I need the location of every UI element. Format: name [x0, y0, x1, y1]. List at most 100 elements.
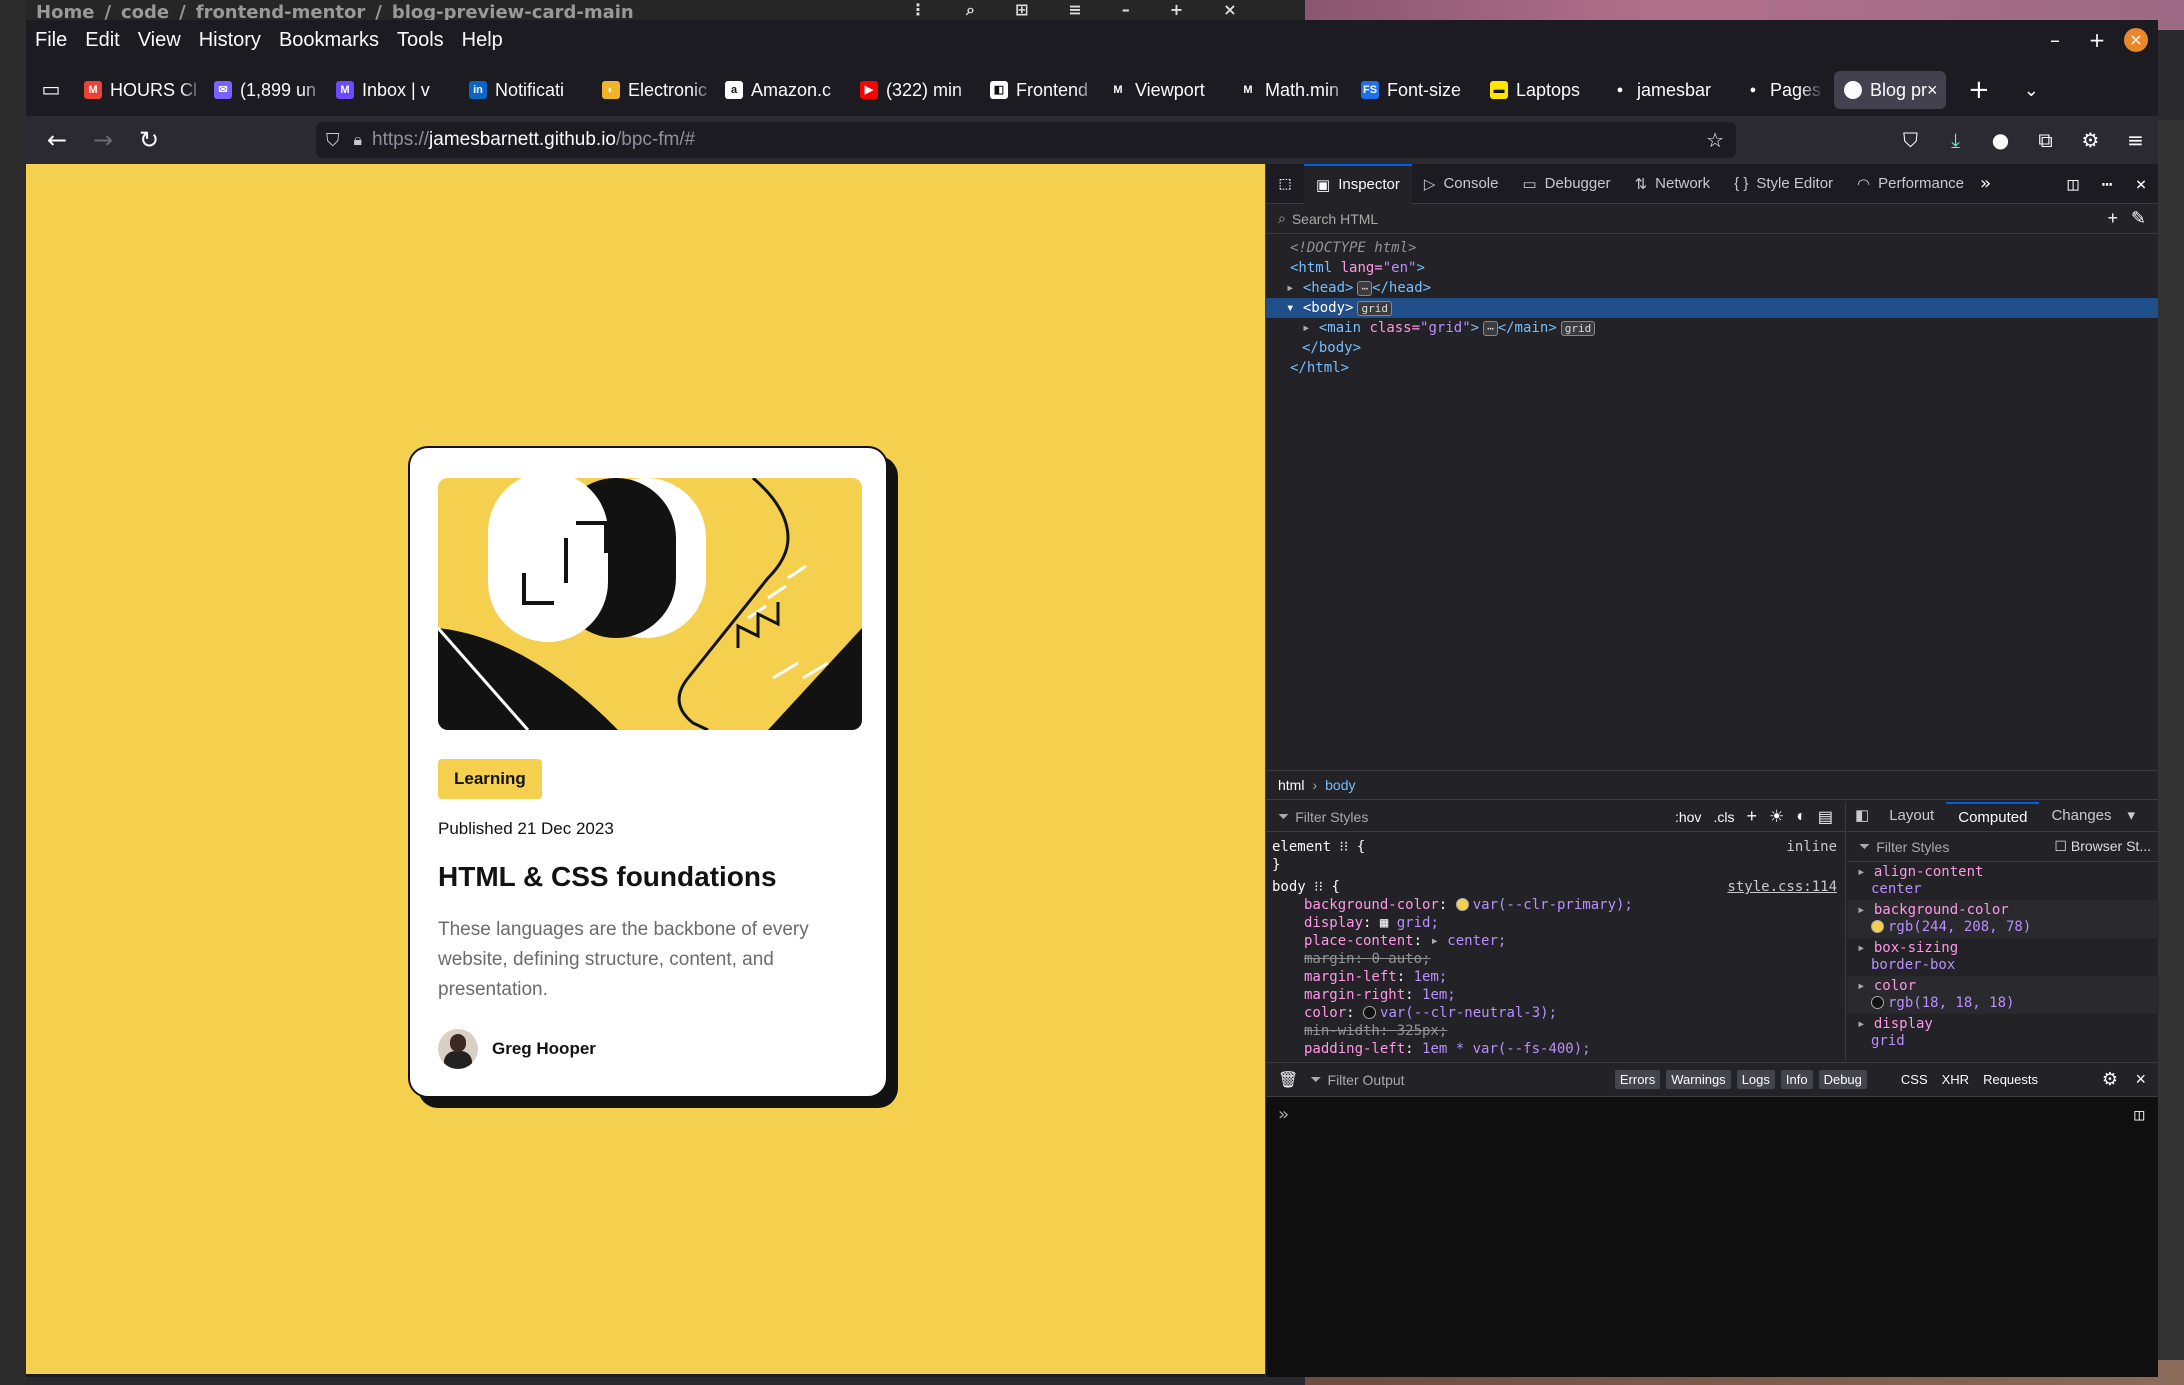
forward-button[interactable]: → [80, 126, 126, 154]
css-declaration[interactable]: background-color: var(--clr-primary); [1266, 896, 1845, 914]
expand-shorthand-icon[interactable]: ▸ [1430, 933, 1447, 949]
pocket-icon[interactable]: ⛉ [1888, 128, 1933, 152]
expand-arrow-icon[interactable]: ▸ [1857, 902, 1874, 918]
cls-toggle[interactable]: .cls [1713, 809, 1734, 825]
close-devtools-icon[interactable]: × [2124, 174, 2158, 195]
console-level-info[interactable]: Info [1780, 1070, 1813, 1089]
console-filter-placeholder[interactable]: Filter Output [1328, 1072, 1405, 1088]
menu-help[interactable]: Help [462, 29, 503, 52]
light-scheme-icon[interactable]: ☀ [1769, 807, 1784, 827]
computed-filter[interactable]: ⏷ Filter Styles ☐ Browser St... [1847, 832, 2159, 862]
expand-arrow-icon[interactable]: ▸ [1857, 864, 1874, 880]
extensions-icon[interactable]: ⧉ [2023, 128, 2068, 152]
breadcrumb-body[interactable]: body [1325, 777, 1355, 793]
computed-property[interactable]: ▸ display grid [1847, 1014, 2159, 1052]
close-window-button[interactable]: × [2124, 28, 2148, 52]
tab[interactable]: M Viewport [1099, 71, 1229, 109]
expand-arrow-icon[interactable]: ▸ [1302, 320, 1310, 336]
dock-icon[interactable]: ◫ [2056, 174, 2090, 195]
tab[interactable]: M Math.min [1229, 71, 1351, 109]
devtools-tab-console[interactable]: ▷ Console [1412, 164, 1511, 204]
list-all-tabs-icon[interactable]: ⌄ [2024, 80, 2039, 101]
sidebar-toggle-icon[interactable]: ◧ [1847, 802, 1877, 832]
collapsed-pill[interactable]: ⋯ [1483, 321, 1498, 336]
computed-property[interactable]: ▸ background-color rgb(244, 208, 78) [1847, 900, 2159, 938]
devtools-tab-network[interactable]: ⇅ Network [1623, 164, 1723, 204]
tab[interactable]: ✉ (1,899 un [204, 71, 326, 109]
tree-html[interactable]: <html lang="en"> [1266, 258, 2158, 278]
console-type-requests[interactable]: Requests [1983, 1072, 2038, 1087]
devtools-tab-performance[interactable]: ◠ Performance [1845, 164, 1976, 204]
css-declaration[interactable]: margin: 0 auto; [1266, 950, 1845, 968]
tab[interactable]: ▬ Laptops [1480, 71, 1601, 109]
add-rule-icon[interactable]: + [1746, 806, 1757, 827]
menu-bookmarks[interactable]: Bookmarks [279, 29, 379, 52]
tree-html-close[interactable]: </html> [1266, 358, 2158, 378]
tree-body-selected[interactable]: ▾ <body> grid [1266, 298, 2158, 318]
back-button[interactable]: ← [34, 126, 80, 154]
grid-toggle-icon[interactable]: ▦ [1380, 915, 1397, 931]
grid-badge[interactable]: grid [1560, 321, 1596, 336]
downloads-icon[interactable]: ⤓ [1933, 128, 1978, 152]
bookmark-star-icon[interactable]: ☆ [1706, 128, 1724, 152]
tab-active[interactable]: Blog pr × [1834, 71, 1946, 109]
reload-button[interactable]: ↻ [126, 126, 172, 154]
tab[interactable]: M Inbox | v [326, 71, 459, 109]
css-declaration[interactable]: margin-left: 1em; [1266, 968, 1845, 986]
tab[interactable]: ◐ Electronic [592, 71, 715, 109]
menu-edit[interactable]: Edit [85, 29, 119, 52]
css-declaration[interactable]: padding-left: 1em * var(--fs-400); [1266, 1040, 1845, 1058]
extension-avatar-icon[interactable]: ● [1978, 128, 2023, 152]
print-media-icon[interactable]: ▤ [1818, 807, 1833, 827]
css-declaration[interactable]: color: var(--clr-neutral-3); [1266, 1004, 1845, 1022]
tab-layout[interactable]: Layout [1877, 802, 1946, 832]
browser-styles-checkbox[interactable]: ☐ Browser St... [2054, 838, 2151, 855]
css-declaration[interactable]: display: ▦ grid; [1266, 914, 1845, 932]
devtools-tab-inspector[interactable]: ▣ Inspector [1304, 163, 1412, 204]
tab[interactable]: FS Font-size [1351, 71, 1480, 109]
color-swatch[interactable] [1363, 1006, 1377, 1019]
expand-arrow-icon[interactable]: ▸ [1857, 940, 1874, 956]
devtools-tab-style-editor[interactable]: { } Style Editor [1722, 164, 1845, 204]
tab[interactable]: ◧ Frontend [980, 71, 1099, 109]
tab[interactable]: a Amazon.c [715, 71, 850, 109]
collapsed-pill[interactable]: ⋯ [1357, 281, 1373, 296]
tree-body-close[interactable]: </body> [1266, 338, 2158, 358]
trash-icon[interactable]: 🗑︎ [1278, 1070, 1298, 1090]
more-options-icon[interactable]: ⋯ [2090, 174, 2124, 195]
tab[interactable]: ▶ (322) min [850, 71, 980, 109]
close-split-console-icon[interactable]: × [2135, 1069, 2146, 1090]
shield-icon[interactable]: ⛉ [326, 130, 340, 151]
css-declaration[interactable]: place-content: ▸ center; [1266, 932, 1845, 950]
grid-badge[interactable]: grid [1357, 301, 1392, 316]
tree-doctype[interactable]: <!DOCTYPE html> [1266, 238, 2158, 258]
tab[interactable]: M HOURS Cl [74, 71, 204, 109]
expand-arrow-icon[interactable]: ▸ [1857, 978, 1874, 994]
close-tab-icon[interactable]: × [1927, 80, 1938, 101]
console-level-warnings[interactable]: Warnings [1666, 1070, 1731, 1089]
editor-mode-icon[interactable]: ◫ [2134, 1105, 2144, 1124]
menu-history[interactable]: History [199, 29, 261, 52]
body-rule-source-link[interactable]: style.css:114 [1727, 878, 1837, 896]
tab[interactable]: ● jamesbar [1601, 71, 1734, 109]
settings-gear-icon[interactable]: ⚙ [2068, 128, 2113, 152]
console-level-debug[interactable]: Debug [1818, 1070, 1867, 1089]
more-tools-chevron-icon[interactable]: » [1980, 173, 1991, 194]
console-settings-icon[interactable]: ⚙ [2102, 1069, 2118, 1090]
console-input-row[interactable]: » ◫ [1266, 1097, 2158, 1131]
add-node-icon[interactable]: + [2107, 208, 2118, 229]
computed-property[interactable]: ▸ box-sizing border-box [1847, 938, 2159, 976]
tab-computed[interactable]: Computed [1946, 801, 2040, 832]
url-bar[interactable]: ⛉ 🔒︎ https:// jamesbarnett.github.io /bp… [316, 122, 1736, 158]
new-tab-button[interactable]: + [1968, 75, 1990, 105]
tab[interactable]: ● Pages [1734, 71, 1824, 109]
card-title[interactable]: HTML & CSS foundations [438, 861, 858, 893]
menu-tools[interactable]: Tools [397, 29, 444, 52]
color-swatch[interactable] [1455, 898, 1469, 911]
console-type-xhr[interactable]: XHR [1942, 1072, 1969, 1087]
firefox-view-icon[interactable]: ▭ [38, 77, 64, 103]
css-declaration[interactable]: min-width: 325px; [1266, 1022, 1845, 1040]
tab-changes[interactable]: Changes [2039, 802, 2123, 832]
console-type-css[interactable]: CSS [1901, 1072, 1928, 1087]
tab[interactable]: in Notificati [459, 71, 592, 109]
